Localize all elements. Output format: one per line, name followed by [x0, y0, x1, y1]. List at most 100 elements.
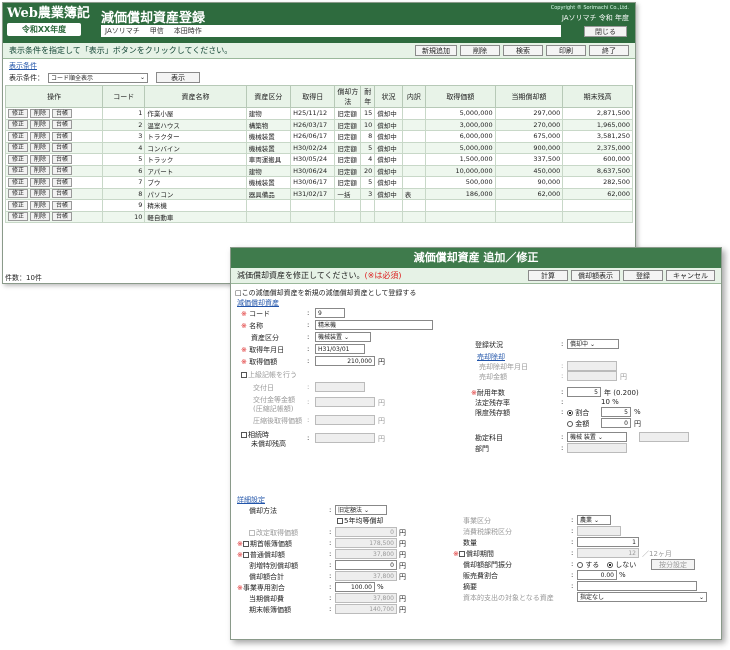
edit-button[interactable]: 修正	[8, 200, 29, 210]
biz-ratio-input[interactable]: 100.00	[335, 582, 375, 592]
special-dep-input[interactable]: 0	[335, 560, 397, 570]
biz-category-select[interactable]: 農業 ⌄	[577, 515, 611, 525]
compressed-checkbox[interactable]: 上級記帳を行う	[248, 371, 297, 379]
ledger-button[interactable]: 台帳	[52, 200, 73, 210]
after-price-input[interactable]	[315, 415, 375, 425]
revised-input[interactable]: 0	[335, 527, 397, 537]
ledger-button[interactable]: 台帳	[52, 154, 73, 164]
summary-input[interactable]	[577, 581, 697, 591]
amount-radio[interactable]: 金額	[567, 419, 589, 429]
calc-button[interactable]: 計算	[528, 270, 568, 281]
ledger-button[interactable]: 台帳	[52, 120, 73, 130]
search-button[interactable]: 検索	[503, 45, 543, 56]
delete-row-button[interactable]: 削除	[30, 120, 51, 130]
row-actions: 修正 削除 台帳	[4, 153, 104, 166]
table-cell: アパート	[144, 164, 247, 177]
edit-button[interactable]: 修正	[8, 177, 29, 187]
ratio-input[interactable]: 5	[601, 407, 631, 417]
method-select[interactable]: 旧定額法 ⌄	[335, 505, 387, 515]
delete-row-button[interactable]: 削除	[30, 143, 51, 153]
copy-as-new-checkbox[interactable]: □この減価償却資産を新規の減価償却資産として登録する	[235, 288, 416, 298]
delete-row-button[interactable]: 削除	[30, 212, 51, 222]
sale-amount-input[interactable]	[567, 371, 617, 381]
life-input[interactable]: 5	[567, 387, 601, 397]
edit-button[interactable]: 修正	[8, 154, 29, 164]
ledger-button[interactable]: 台帳	[52, 108, 73, 118]
end-book-input[interactable]: 140,700	[335, 604, 397, 614]
edit-button[interactable]: 修正	[8, 212, 29, 222]
grant-amount-input[interactable]	[315, 397, 375, 407]
edit-button[interactable]: 修正	[8, 120, 29, 130]
edit-button[interactable]: 修正	[8, 166, 29, 176]
delete-row-button[interactable]: 削除	[30, 108, 51, 118]
sales-ratio-input[interactable]: 0.00	[577, 570, 617, 580]
acq-date-input[interactable]: H31/03/01	[315, 344, 365, 354]
delete-button[interactable]: 削除	[460, 45, 500, 56]
sales-ratio-label: 販売費割合	[463, 572, 498, 580]
account-select[interactable]: 機械 装置 ⌄	[567, 432, 627, 442]
status-select[interactable]: 償却中 ⌄	[567, 339, 619, 349]
close-button[interactable]: 閉じる	[584, 26, 627, 37]
current-dep-input[interactable]: 37,800	[335, 593, 397, 603]
col-actions: 操作	[4, 85, 104, 108]
ledger-button[interactable]: 台帳	[52, 212, 73, 222]
table-cell: 282,500	[562, 176, 633, 189]
show-button[interactable]: 表示	[156, 72, 200, 83]
ledger-button[interactable]: 台帳	[52, 166, 73, 176]
account-label: 勘定科目	[475, 434, 503, 442]
name-label: 名称	[249, 322, 264, 330]
category-select[interactable]: 機械装置 ⌄	[315, 332, 371, 342]
print-button[interactable]: 印刷	[546, 45, 586, 56]
delete-row-button[interactable]: 削除	[30, 131, 51, 141]
name-input[interactable]: 精米機	[315, 320, 433, 330]
delete-row-button[interactable]: 削除	[30, 154, 51, 164]
sub-account-select[interactable]	[639, 432, 689, 442]
normal-dep-input[interactable]: 37,800	[335, 549, 397, 559]
exit-button[interactable]: 終了	[589, 45, 629, 56]
conditions-select[interactable]: コード順全表示 ⌄	[48, 72, 148, 83]
cancel-button[interactable]: キャンセル	[666, 270, 715, 281]
amount-input[interactable]: 0	[601, 418, 631, 428]
edit-button[interactable]: 修正	[8, 108, 29, 118]
ledger-button[interactable]: 台帳	[52, 177, 73, 187]
delete-row-button[interactable]: 削除	[30, 200, 51, 210]
table-cell: 450,000	[494, 164, 564, 177]
equal5-checkbox[interactable]: 5年均等償却	[344, 517, 383, 525]
edit-button[interactable]: 修正	[8, 189, 29, 199]
sale-date-input[interactable]	[567, 361, 617, 371]
ledger-button[interactable]: 台帳	[52, 143, 73, 153]
code-input[interactable]: 9	[315, 308, 345, 318]
grant-date-input[interactable]	[315, 382, 365, 392]
col-breakdown: 内訳	[401, 85, 426, 108]
begin-book-input[interactable]: 178,500	[335, 538, 397, 548]
delete-row-button[interactable]: 削除	[30, 177, 51, 187]
dept-select[interactable]	[567, 443, 627, 453]
delete-row-button[interactable]: 削除	[30, 189, 51, 199]
table-cell: 構築物	[245, 118, 292, 131]
dept-split-no-radio[interactable]: しない	[607, 560, 636, 570]
consumption-tax-select[interactable]	[577, 526, 621, 536]
acq-date-label: 取得年月日	[249, 346, 285, 354]
quantity-input[interactable]: 1	[577, 537, 639, 547]
inherit-input[interactable]	[315, 433, 375, 443]
conditions-link[interactable]: 表示条件	[9, 61, 629, 71]
new-button[interactable]: 新規追加	[415, 45, 457, 56]
edit-button[interactable]: 修正	[8, 131, 29, 141]
allocation-button[interactable]: 按分設定	[651, 559, 695, 570]
show-depreciation-button[interactable]: 償却額表示	[571, 270, 620, 281]
sale-link[interactable]: 売却除却	[477, 352, 505, 362]
ledger-button[interactable]: 台帳	[52, 189, 73, 199]
register-button[interactable]: 登録	[623, 270, 663, 281]
inherit-checkbox[interactable]: 相続時	[248, 431, 269, 439]
total-dep-input[interactable]: 37,800	[335, 571, 397, 581]
delete-row-button[interactable]: 削除	[30, 166, 51, 176]
edit-button[interactable]: 修正	[8, 143, 29, 153]
period-label: 償却期間	[465, 550, 494, 558]
dept-split-yes-radio[interactable]: する	[577, 560, 599, 570]
ratio-radio[interactable]: 割合	[567, 408, 589, 418]
period-input[interactable]: 12	[577, 548, 639, 558]
acq-price-input[interactable]: 210,000	[315, 356, 375, 366]
ledger-button[interactable]: 台帳	[52, 131, 73, 141]
table-cell: 償却中	[374, 176, 403, 189]
capex-select[interactable]: 指定なし ⌄	[577, 592, 707, 602]
